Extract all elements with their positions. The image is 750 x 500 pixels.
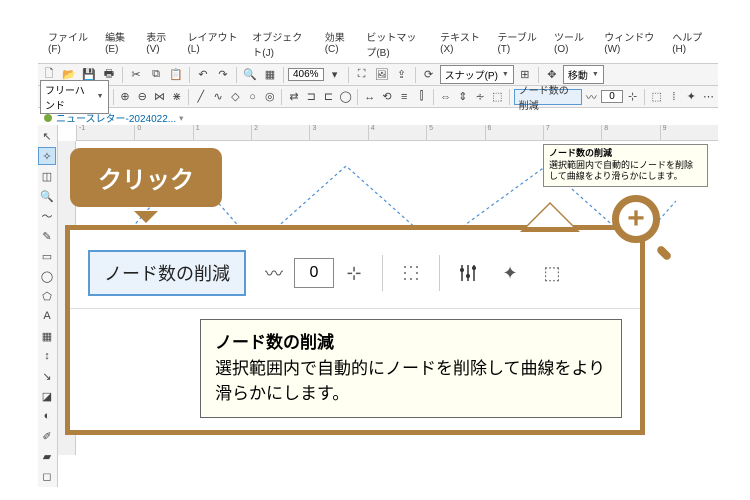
ellipse-tool-icon[interactable]: ◯ <box>38 267 56 285</box>
zoom-level[interactable]: 406% <box>288 68 324 81</box>
to-line-icon[interactable]: ╱ <box>193 88 208 106</box>
menu-effect[interactable]: 効果(C) <box>319 27 359 61</box>
paste-icon[interactable]: 📋 <box>167 66 185 84</box>
text-tool-icon[interactable]: A <box>38 307 56 325</box>
node-join-icon[interactable]: ⋈ <box>152 88 167 106</box>
transform-icon[interactable]: ✦ <box>684 88 699 106</box>
crop-tool-icon[interactable]: ◫ <box>38 167 56 185</box>
extend-icon[interactable]: ⊐ <box>304 88 319 106</box>
more-icon[interactable]: ⋯ <box>701 88 716 106</box>
rotate-icon[interactable]: ⟲ <box>379 88 394 106</box>
cut-icon[interactable]: ✂ <box>127 66 145 84</box>
refresh-icon[interactable]: ⟳ <box>420 66 438 84</box>
toolbox: ↖ ✧ ◫ 🔍 〜 ✎ ▭ ◯ ⬠ A ▦ ↕ ↘ ◪ ◐ ✐ ▰ ◻ <box>38 125 58 487</box>
artistic-media-icon[interactable]: ✎ <box>38 227 56 245</box>
extract-icon[interactable]: ⊏ <box>321 88 336 106</box>
grid-icon[interactable]: ▦ <box>261 66 279 84</box>
toolbar-property: フリーハンド ⊕ ⊖ ⋈ ⋇ ╱ ∿ ◇ ○ ◎ ⇄ ⊐ ⊏ ◯ ↔ ⟲ ≡ ⫿… <box>38 86 718 108</box>
menu-edit[interactable]: 編集(E) <box>99 27 138 61</box>
table-tool-icon[interactable]: ▦ <box>38 327 56 345</box>
rectangle-tool-icon[interactable]: ▭ <box>38 247 56 265</box>
copy-icon[interactable]: ⧉ <box>147 66 165 84</box>
tooltip-body-large: 選択範囲内で自動的にノードを削除して曲線をより滑らかにします。 <box>215 356 607 407</box>
transform-icon-zoomed[interactable]: ✦ <box>496 259 524 287</box>
freehand-tool-icon[interactable]: 〜 <box>38 207 56 225</box>
reverse-icon[interactable]: ⇄ <box>286 88 301 106</box>
close-curve-icon[interactable]: ◯ <box>338 88 353 106</box>
connector-tool-icon[interactable]: ↘ <box>38 367 56 385</box>
outline-tool-icon[interactable]: ◻ <box>38 467 56 485</box>
reduce-nodes-button[interactable]: ノード数の削減 <box>514 89 582 105</box>
freehand-combo[interactable]: フリーハンド <box>40 80 109 114</box>
reduce-nodes-button-zoomed[interactable]: ノード数の削減 <box>88 250 246 296</box>
pick-tool-icon[interactable]: ↖ <box>38 127 56 145</box>
elastic-icon[interactable]: ∻ <box>472 88 487 106</box>
sliders-icon-zoomed[interactable] <box>454 259 482 287</box>
menu-table[interactable]: テーブル(T) <box>491 27 546 61</box>
handles-icon[interactable]: ⁞ <box>666 88 681 106</box>
symm-node-icon[interactable]: ◎ <box>262 88 277 106</box>
tooltip-reduce-nodes-large: ノード数の削減 選択範囲内で自動的にノードを削除して曲線をより滑らかにします。 <box>200 319 622 418</box>
node-break-icon[interactable]: ⋇ <box>169 88 184 106</box>
doc-tab-more-icon: ▾ <box>179 113 183 123</box>
bbox-icon[interactable]: ⬚ <box>649 88 664 106</box>
node-delete-icon[interactable]: ⊖ <box>135 88 150 106</box>
menu-text[interactable]: テキスト(X) <box>434 27 489 61</box>
cusp-node-icon[interactable]: ◇ <box>228 88 243 106</box>
apply-icon-zoomed[interactable]: ⊹ <box>340 259 368 287</box>
more-icon-zoomed[interactable]: ⬚ <box>538 259 566 287</box>
dropshadow-tool-icon[interactable]: ◪ <box>38 387 56 405</box>
align-h-icon[interactable]: ≡ <box>397 88 412 106</box>
menu-view[interactable]: 表示(V) <box>140 27 179 61</box>
apply-icon[interactable]: ⊹ <box>625 88 640 106</box>
annotation-click-label: クリック <box>70 148 222 207</box>
snap-combo[interactable]: スナップ(P) <box>440 65 514 84</box>
select-all-nodes-icon[interactable]: ⬚ <box>490 88 505 106</box>
redo-icon[interactable]: ↷ <box>214 66 232 84</box>
dimension-tool-icon[interactable]: ↕ <box>38 347 56 365</box>
menu-help[interactable]: ヘルプ(H) <box>666 27 714 61</box>
image-icon[interactable]: 🖼 <box>373 66 391 84</box>
tooltip-title-large: ノード数の削減 <box>215 330 607 356</box>
reduce-amount-input-zoomed[interactable] <box>294 258 334 288</box>
menu-object[interactable]: オブジェクト(J) <box>246 27 316 61</box>
export-icon[interactable]: ⇪ <box>393 66 411 84</box>
fullscreen-icon[interactable]: ⛶ <box>353 66 371 84</box>
align-v-icon[interactable]: ⫿ <box>414 88 429 106</box>
transparency-tool-icon[interactable]: ◐ <box>38 407 56 425</box>
zoom-toolbar-row: ノード数の削減 〰 ⊹ ✦ ⬚ <box>70 230 640 309</box>
stretch-icon[interactable]: ↔ <box>362 88 377 106</box>
magnifier-icon: + <box>612 195 668 251</box>
node-add-icon[interactable]: ⊕ <box>117 88 132 106</box>
polygon-tool-icon[interactable]: ⬠ <box>38 287 56 305</box>
menu-bitmap[interactable]: ビットマップ(B) <box>360 27 432 61</box>
menu-tool[interactable]: ツール(O) <box>548 27 596 61</box>
to-curve-icon[interactable]: ∿ <box>210 88 225 106</box>
annotation-zoom-frame: + ノード数の削減 〰 ⊹ ✦ ⬚ ノード数の削減 選択範囲内で自動的にノードを… <box>65 225 645 435</box>
shape-tool-icon[interactable]: ✧ <box>38 147 56 165</box>
reduce-amount-input[interactable] <box>601 90 623 103</box>
curve-smooth-icon[interactable]: 〰 <box>584 88 599 106</box>
bbox-icon-zoomed[interactable] <box>397 259 425 287</box>
smooth-node-icon[interactable]: ○ <box>245 88 260 106</box>
toolbar-main: 🗋 📂 💾 🖶 ✂ ⧉ 📋 ↶ ↷ 🔍 ▦ 406% ▾ ⛶ 🖼 ⇪ ⟳ スナッ… <box>38 64 718 86</box>
undo-icon[interactable]: ↶ <box>194 66 212 84</box>
zoom-tool-icon[interactable]: 🔍 <box>38 187 56 205</box>
tooltip-title: ノード数の削減 <box>549 148 612 158</box>
menu-window[interactable]: ウィンドウ(W) <box>598 27 664 61</box>
fill-tool-icon[interactable]: ▰ <box>38 447 56 465</box>
document-tab[interactable]: ニュースレター-2024022... <box>56 110 176 125</box>
search-icon[interactable]: 🔍 <box>241 66 259 84</box>
reflect-h-icon[interactable]: ⇔ <box>438 88 453 106</box>
eyedropper-tool-icon[interactable]: ✐ <box>38 427 56 445</box>
curve-smooth-icon-zoomed[interactable]: 〰 <box>260 259 288 287</box>
doc-status-icon <box>44 114 52 122</box>
menu-layout[interactable]: レイアウト(L) <box>181 27 244 61</box>
ruler-horizontal: -10123456789 <box>76 125 718 141</box>
zoom-dropdown-icon[interactable]: ▾ <box>326 66 344 84</box>
menu-file[interactable]: ファイル(F) <box>42 27 97 61</box>
menu-bar: ファイル(F) 編集(E) 表示(V) レイアウト(L) オブジェクト(J) 効… <box>38 25 718 64</box>
reflect-v-icon[interactable]: ⇕ <box>455 88 470 106</box>
